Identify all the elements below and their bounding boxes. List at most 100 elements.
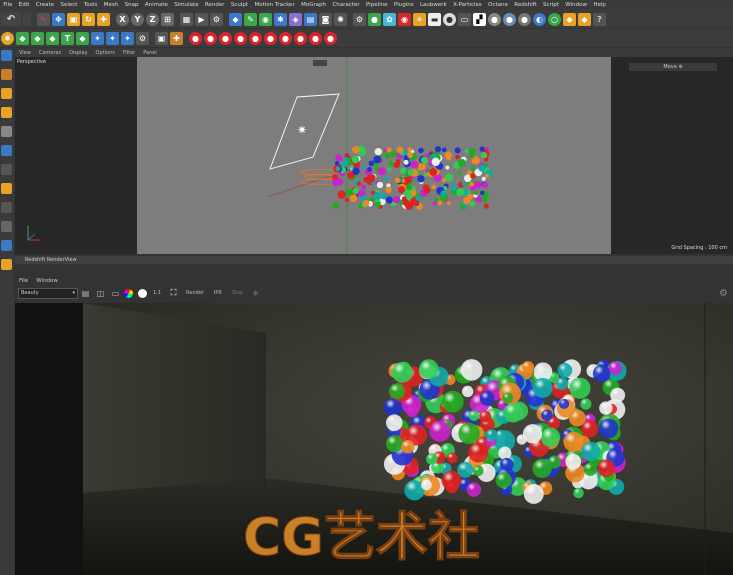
render-settings-icon[interactable]: ⚙ — [210, 12, 223, 26]
redo-icon[interactable] — [23, 12, 31, 26]
menu-item[interactable]: File — [0, 2, 16, 8]
menu-item[interactable]: Redshift — [511, 2, 540, 8]
pen-icon[interactable]: ✎ — [244, 12, 257, 26]
voronoi-icon[interactable]: ◆ — [76, 31, 89, 45]
viewport-menu-item[interactable]: Panel — [139, 50, 161, 56]
screen-icon[interactable]: ▭ — [458, 12, 471, 26]
environment-icon[interactable]: ● — [518, 12, 531, 26]
redshift-icon-1[interactable]: ● — [189, 31, 202, 45]
green-circle-icon[interactable]: ○ — [548, 12, 561, 26]
sun-icon[interactable]: ☀ — [413, 12, 426, 26]
white-circle-icon[interactable] — [138, 288, 147, 298]
crop-icon[interactable]: ⛶ — [167, 287, 180, 300]
viewport-menu-item[interactable]: Options — [92, 50, 119, 56]
matrix-icon[interactable]: ◆ — [46, 31, 59, 45]
redshift-icon-6[interactable]: ● — [264, 31, 277, 45]
beads-cluster[interactable] — [332, 145, 493, 210]
fracture-icon[interactable]: ◆ — [31, 31, 44, 45]
y-axis-icon[interactable]: Y — [131, 12, 144, 26]
sky-icon[interactable]: ● — [503, 12, 516, 26]
renderview-menu-item[interactable]: Window — [32, 278, 62, 284]
rotate-tool-icon[interactable]: ↻ — [82, 12, 95, 26]
menu-item[interactable]: Simulate — [171, 2, 202, 8]
grid-icon[interactable] — [1, 259, 12, 270]
object-mode-icon[interactable] — [1, 145, 12, 156]
box-2-icon[interactable]: ◆ — [578, 12, 591, 26]
coordinate-system-icon[interactable]: ⊞ — [161, 12, 174, 26]
puzzle-icon[interactable]: ✚ — [170, 31, 183, 45]
menu-item[interactable]: MoGraph — [298, 2, 329, 8]
ipr-button[interactable]: IPR — [214, 290, 222, 296]
material-icon[interactable]: ● — [488, 12, 501, 26]
redshift-icon-7[interactable]: ● — [279, 31, 292, 45]
octane-icon[interactable]: ◉ — [398, 12, 411, 26]
green-plugin-icon[interactable]: ● — [368, 12, 381, 26]
effector-icon[interactable]: ✦ — [91, 31, 104, 45]
snapshot-icon[interactable]: ◫ — [94, 287, 107, 300]
menu-item[interactable]: X-Particles — [450, 2, 485, 8]
menu-item[interactable]: Select — [57, 2, 80, 8]
redshift-icon-10[interactable]: ● — [324, 31, 337, 45]
deformer-icon[interactable]: ◈ — [289, 12, 302, 26]
tweak-mode-icon[interactable] — [1, 183, 12, 194]
camera-icon[interactable]: ◙ — [319, 12, 332, 26]
snap-icon[interactable] — [1, 202, 12, 213]
viewport-menu-item[interactable]: Cameras — [35, 50, 65, 56]
lock-icon[interactable] — [1, 240, 12, 251]
preset-select[interactable]: Beauty ▾ — [18, 287, 78, 299]
plain-effector-icon[interactable]: ✦ — [121, 31, 134, 45]
redshift-icon-4[interactable]: ● — [234, 31, 247, 45]
texture-mode-icon[interactable] — [1, 107, 12, 118]
viewport[interactable]: Perspective Move ⊕ Grid Spacing : 100 cm… — [15, 57, 733, 254]
xparticles-icon[interactable]: ✿ — [383, 12, 396, 26]
viewport-menu-item[interactable]: Filter — [119, 50, 139, 56]
array-icon[interactable]: ✱ — [274, 12, 287, 26]
white-light-icon[interactable]: ▬ — [428, 12, 441, 26]
clipboard-icon[interactable]: ▭ — [109, 287, 122, 300]
menu-item[interactable]: Snap — [121, 2, 141, 8]
redshift-icon-3[interactable]: ● — [219, 31, 232, 45]
gear-2-icon[interactable]: ⚙ — [136, 31, 149, 45]
render-view-icon[interactable]: ▦ — [180, 12, 193, 26]
recent-tools-icon[interactable]: ✚ — [97, 12, 110, 26]
octane-live-icon[interactable]: ✹ — [1, 31, 14, 45]
menu-item[interactable]: Pipeline — [363, 2, 391, 8]
menu-item[interactable]: Octane — [485, 2, 511, 8]
redshift-icon-9[interactable]: ● — [309, 31, 322, 45]
redshift-icon-2[interactable]: ● — [204, 31, 217, 45]
scale-tool-icon[interactable]: ▣ — [67, 12, 80, 26]
menu-item[interactable]: Script — [540, 2, 562, 8]
render-button[interactable]: Render — [186, 290, 204, 296]
menu-item[interactable]: Help — [590, 2, 609, 8]
render-picture-viewer-icon[interactable]: ▶ — [195, 12, 208, 26]
sphere-light-icon[interactable]: ● — [443, 12, 456, 26]
x-axis-icon[interactable]: X — [116, 12, 129, 26]
model-mode-icon[interactable] — [1, 126, 12, 137]
globe-icon[interactable]: ◐ — [533, 12, 546, 26]
workplane-icon[interactable] — [1, 221, 12, 232]
save-icon[interactable]: ▤ — [79, 287, 92, 300]
cube-icon[interactable]: ◆ — [229, 12, 242, 26]
menu-item[interactable]: Character — [329, 2, 363, 8]
stop-button[interactable]: Stop — [232, 290, 243, 296]
edges-mode-icon[interactable] — [1, 69, 12, 80]
viewport-menu-item[interactable]: Display — [65, 50, 91, 56]
menu-item[interactable]: Window — [562, 2, 590, 8]
box-icon[interactable]: ◆ — [563, 12, 576, 26]
menu-item[interactable]: Create — [33, 2, 58, 8]
viewport-menu-item[interactable]: View — [15, 50, 35, 56]
menu-item[interactable]: Laubwerk — [417, 2, 450, 8]
menu-item[interactable]: Motion Tracker — [251, 2, 298, 8]
text-icon[interactable]: T — [61, 31, 74, 45]
settings-gear-icon[interactable]: ⚙ — [717, 287, 730, 300]
menu-item[interactable]: Render — [202, 2, 228, 8]
menu-item[interactable]: Mesh — [101, 2, 122, 8]
subdivision-icon[interactable]: ◉ — [259, 12, 272, 26]
cloner-icon[interactable]: ◆ — [16, 31, 29, 45]
menu-item[interactable]: Sculpt — [228, 2, 252, 8]
menu-item[interactable]: Plugins — [391, 2, 417, 8]
ratio-button[interactable]: 1:1 — [153, 290, 161, 296]
menu-item[interactable]: Animate — [142, 2, 171, 8]
checker-icon[interactable]: ▞ — [473, 12, 486, 26]
polygons-mode-icon[interactable] — [1, 88, 12, 99]
